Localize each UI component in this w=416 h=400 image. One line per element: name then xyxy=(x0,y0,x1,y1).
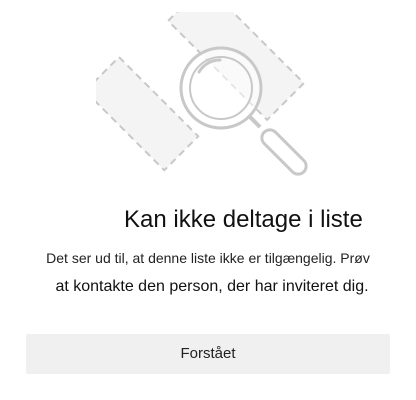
magnifier-over-broken-list-icon xyxy=(96,12,308,176)
cannot-join-list-dialog: Kan ikke deltage i liste Det ser ud til,… xyxy=(0,0,416,400)
dialog-title: Kan ikke deltage i liste xyxy=(124,206,363,233)
ok-button[interactable]: Forstået xyxy=(26,334,390,374)
dialog-message-line-2: at kontakte den person, der har invitere… xyxy=(55,278,369,295)
dialog-message-line-1: Det ser ud til, at denne liste ikke er t… xyxy=(46,250,370,266)
